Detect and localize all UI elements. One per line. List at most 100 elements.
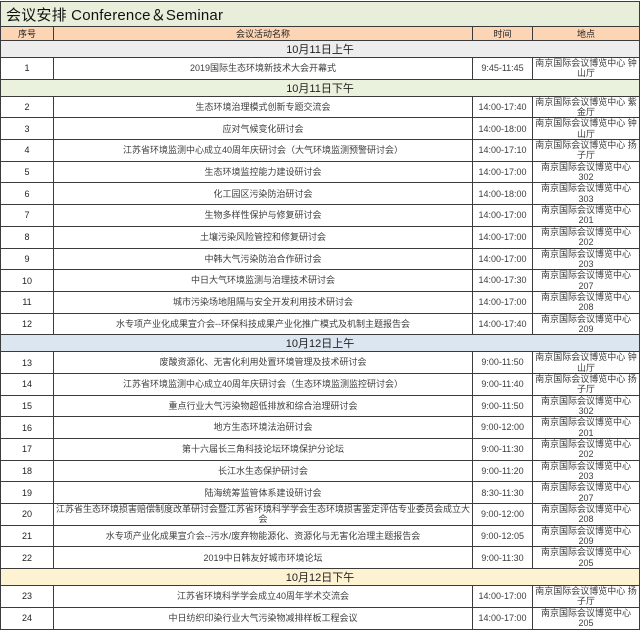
cell-name: 水专项产业化成果宣介会--污水/废弃物能源化、资源化与无害化治理主题报告会 (54, 525, 473, 547)
cell-seq: 1 (1, 58, 54, 80)
cell-location: 南京国际会议博览中心 钟山厅 (533, 352, 640, 374)
table-row: 9中韩大气污染防治合作研讨会14:00-17:00南京国际会议博览中心 203 (1, 248, 640, 270)
cell-name: 生物多样性保护与修复研讨会 (54, 205, 473, 227)
table-row: 18长江水生态保护研讨会9:00-11:20南京国际会议博览中心 203 (1, 460, 640, 482)
cell-location: 南京国际会议博览中心 203 (533, 460, 640, 482)
cell-location: 南京国际会议博览中心 208 (533, 504, 640, 526)
cell-location: 南京国际会议博览中心 209 (533, 525, 640, 547)
cell-name: 地方生态环境法治研讨会 (54, 417, 473, 439)
cell-name: 中日大气环境监测与治理技术研讨会 (54, 270, 473, 292)
cell-seq: 17 (1, 439, 54, 461)
cell-time: 9:45-11:45 (473, 58, 533, 80)
cell-location: 南京国际会议博览中心 201 (533, 417, 640, 439)
cell-seq: 10 (1, 270, 54, 292)
cell-time: 9:00-11:40 (473, 373, 533, 395)
cell-location: 南京国际会议博览中心 扬子厅 (533, 586, 640, 608)
section-row: 10月12日上午 (1, 335, 640, 352)
table-row: 12019国际生态环境新技术大会开幕式9:45-11:45南京国际会议博览中心 … (1, 58, 640, 80)
cell-name: 江苏省环境监测中心成立40周年庆研讨会（大气环境监测预警研讨会） (54, 140, 473, 162)
cell-time: 14:00-17:00 (473, 205, 533, 227)
cell-time: 14:00-17:10 (473, 140, 533, 162)
cell-seq: 23 (1, 586, 54, 608)
section-row: 10月12日下午 (1, 569, 640, 586)
cell-time: 14:00-17:00 (473, 607, 533, 629)
cell-location: 南京国际会议博览中心 扬子厅 (533, 140, 640, 162)
cell-location: 南京国际会议博览中心 302 (533, 161, 640, 183)
table-row: 19陆海统筹监管体系建设研讨会8:30-11:30南京国际会议博览中心 207 (1, 482, 640, 504)
cell-name: 2019国际生态环境新技术大会开幕式 (54, 58, 473, 80)
table-body: 10月11日上午12019国际生态环境新技术大会开幕式9:45-11:45南京国… (1, 41, 640, 630)
section-row: 10月11日下午 (1, 79, 640, 96)
cell-time: 9:00-11:30 (473, 439, 533, 461)
table-row: 23江苏省环境科学学会成立40周年学术交流会14:00-17:00南京国际会议博… (1, 586, 640, 608)
cell-time: 14:00-17:00 (473, 291, 533, 313)
section-row: 10月11日上午 (1, 41, 640, 58)
cell-name: 江苏省环境科学学会成立40周年学术交流会 (54, 586, 473, 608)
cell-time: 9:00-12:00 (473, 504, 533, 526)
cell-location: 南京国际会议博览中心 203 (533, 248, 640, 270)
cell-location: 南京国际会议博览中心 207 (533, 482, 640, 504)
table-row: 2生态环境治理模式创新专题交流会14:00-17:40南京国际会议博览中心 紫金… (1, 96, 640, 118)
table-row: 16地方生态环境法治研讨会9:00-12:00南京国际会议博览中心 201 (1, 417, 640, 439)
cell-name: 中日纺织印染行业大气污染物减排样板工程会议 (54, 607, 473, 629)
cell-seq: 12 (1, 313, 54, 335)
table-row: 15重点行业大气污染物超低排放和综合治理研讨会9:00-11:50南京国际会议博… (1, 395, 640, 417)
section-label: 10月11日上午 (1, 41, 640, 58)
cell-time: 14:00-17:00 (473, 586, 533, 608)
cell-name: 应对气候变化研讨会 (54, 118, 473, 140)
cell-name: 中韩大气污染防治合作研讨会 (54, 248, 473, 270)
cell-time: 14:00-17:40 (473, 313, 533, 335)
cell-name: 生态环境监控能力建设研讨会 (54, 161, 473, 183)
cell-time: 8:30-11:30 (473, 482, 533, 504)
cell-location: 南京国际会议博览中心 201 (533, 205, 640, 227)
page-title: 会议安排 Conference＆Seminar (1, 2, 640, 27)
cell-seq: 21 (1, 525, 54, 547)
cell-name: 土壤污染风险管控和修复研讨会 (54, 226, 473, 248)
cell-seq: 24 (1, 607, 54, 629)
table-row: 20江苏省生态环境损害赔偿制度改革研讨会暨江苏省环境科学学会生态环境损害鉴定评估… (1, 504, 640, 526)
table-row: 6化工园区污染防治研讨会14:00-18:00南京国际会议博览中心 303 (1, 183, 640, 205)
cell-time: 14:00-17:40 (473, 96, 533, 118)
cell-seq: 15 (1, 395, 54, 417)
table-row: 3应对气候变化研讨会14:00-18:00南京国际会议博览中心 钟山厅 (1, 118, 640, 140)
schedule-sheet: 会议安排 Conference＆Seminar 序号 会议活动名称 时间 地点 … (0, 0, 640, 452)
cell-name: 化工园区污染防治研讨会 (54, 183, 473, 205)
cell-seq: 20 (1, 504, 54, 526)
cell-seq: 7 (1, 205, 54, 227)
cell-seq: 22 (1, 547, 54, 569)
cell-location: 南京国际会议博览中心 钟山厅 (533, 118, 640, 140)
cell-location: 南京国际会议博览中心 205 (533, 547, 640, 569)
table-row: 13废酸资源化、无害化利用处置环境管理及技术研讨会9:00-11:50南京国际会… (1, 352, 640, 374)
cell-seq: 11 (1, 291, 54, 313)
cell-time: 14:00-18:00 (473, 183, 533, 205)
table-row: 12水专项产业化成果宣介会--环保科技成果产业化推广模式及机制主题报告会14:0… (1, 313, 640, 335)
table-row: 17第十六届长三角科技论坛环境保护分论坛9:00-11:30南京国际会议博览中心… (1, 439, 640, 461)
cell-time: 9:00-11:30 (473, 547, 533, 569)
column-header-seq: 序号 (1, 27, 54, 41)
cell-name: 江苏省环境监测中心成立40周年庆研讨会（生态环境监测监控研讨会） (54, 373, 473, 395)
cell-location: 南京国际会议博览中心 扬子厅 (533, 373, 640, 395)
column-header-time: 时间 (473, 27, 533, 41)
cell-name: 水专项产业化成果宣介会--环保科技成果产业化推广模式及机制主题报告会 (54, 313, 473, 335)
cell-name: 重点行业大气污染物超低排放和综合治理研讨会 (54, 395, 473, 417)
cell-time: 14:00-17:00 (473, 248, 533, 270)
table-row: 7生物多样性保护与修复研讨会14:00-17:00南京国际会议博览中心 201 (1, 205, 640, 227)
table-title-row: 会议安排 Conference＆Seminar (1, 2, 640, 27)
cell-location: 南京国际会议博览中心 紫金厅 (533, 96, 640, 118)
cell-seq: 13 (1, 352, 54, 374)
conference-schedule-table: 会议安排 Conference＆Seminar 序号 会议活动名称 时间 地点 … (0, 1, 640, 630)
cell-seq: 6 (1, 183, 54, 205)
cell-name: 陆海统筹监管体系建设研讨会 (54, 482, 473, 504)
cell-location: 南京国际会议博览中心 209 (533, 313, 640, 335)
column-header-name: 会议活动名称 (54, 27, 473, 41)
cell-time: 14:00-17:00 (473, 226, 533, 248)
cell-location: 南京国际会议博览中心 202 (533, 226, 640, 248)
table-row: 24中日纺织印染行业大气污染物减排样板工程会议14:00-17:00南京国际会议… (1, 607, 640, 629)
cell-seq: 2 (1, 96, 54, 118)
cell-seq: 14 (1, 373, 54, 395)
cell-name: 生态环境治理模式创新专题交流会 (54, 96, 473, 118)
table-row: 222019中日韩友好城市环境论坛9:00-11:30南京国际会议博览中心 20… (1, 547, 640, 569)
cell-seq: 16 (1, 417, 54, 439)
column-header-location: 地点 (533, 27, 640, 41)
cell-name: 废酸资源化、无害化利用处置环境管理及技术研讨会 (54, 352, 473, 374)
